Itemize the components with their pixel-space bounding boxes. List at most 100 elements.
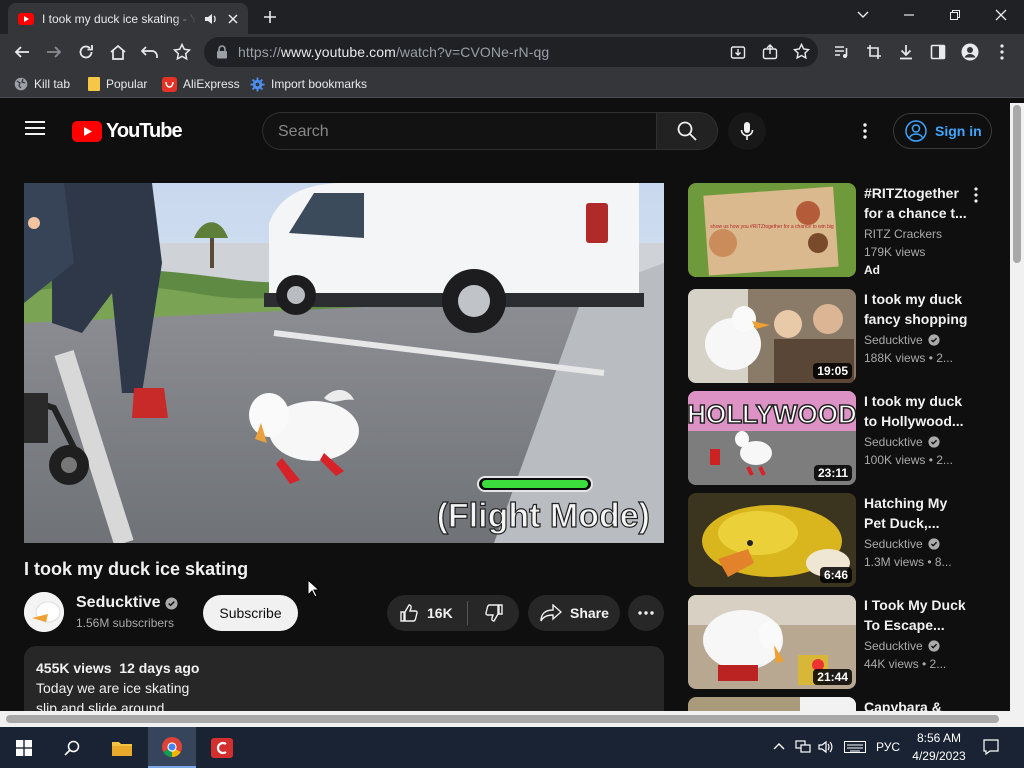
bookmark-aliexpress[interactable]: AliExpress xyxy=(162,75,240,93)
clock-time[interactable]: 8:56 AM xyxy=(908,731,970,745)
view-count: 455K views xyxy=(36,660,112,676)
scrollbar-thumb[interactable] xyxy=(1013,105,1021,263)
browser-menu-button[interactable] xyxy=(990,40,1014,64)
lock-icon[interactable] xyxy=(216,45,228,59)
description-box[interactable]: 455K views 12 days ago Today we are ice … xyxy=(24,646,664,711)
recommendation-channel[interactable]: Seducktive xyxy=(864,639,940,653)
settings-menu-button[interactable] xyxy=(856,122,874,140)
recommendation-title[interactable]: I Took My Duck To Escape... xyxy=(864,595,968,635)
recommendation-title[interactable]: I took my duck to Hollywood... xyxy=(864,391,968,431)
recommendation-channel[interactable]: Seducktive xyxy=(864,333,940,347)
recommendation-thumbnail[interactable]: 21:44 xyxy=(688,595,856,689)
view-stats: 455K views 12 days ago xyxy=(36,658,652,678)
guide-menu-button[interactable] xyxy=(24,120,46,136)
recommendation-title[interactable]: #RITZtogether for a chance t... xyxy=(864,183,968,223)
sign-in-label: Sign in xyxy=(935,123,982,139)
home-icon xyxy=(110,44,126,60)
subscribe-button[interactable]: Subscribe xyxy=(203,595,298,631)
minimize-button[interactable] xyxy=(886,0,932,30)
favorites-button[interactable] xyxy=(170,40,194,64)
profile-icon xyxy=(961,43,979,61)
taskbar-file-explorer[interactable] xyxy=(98,727,146,768)
keyboard-icon[interactable] xyxy=(844,741,866,753)
side-panel-button[interactable] xyxy=(926,40,950,64)
share-page-icon[interactable] xyxy=(762,44,778,60)
crop-extension-button[interactable] xyxy=(862,40,886,64)
recommendation-item[interactable]: show us how you #RITZtogether for a chan… xyxy=(688,183,998,277)
side-panel-icon xyxy=(930,44,946,60)
kebab-menu-icon[interactable] xyxy=(972,187,980,203)
forward-button[interactable] xyxy=(42,40,66,64)
recommendation-channel[interactable]: Seducktive xyxy=(864,435,940,449)
recommendation-item[interactable]: 19:05 I took my duck fancy shopping Sedu… xyxy=(688,289,998,383)
like-button[interactable]: 16K xyxy=(387,603,467,623)
start-button[interactable] xyxy=(0,727,48,768)
search-button[interactable] xyxy=(656,112,718,150)
browser-tab[interactable]: I took my duck ice skating - YouTube xyxy=(8,3,248,34)
recommendation-thumbnail[interactable]: 6:46 xyxy=(688,493,856,587)
bookmark-kill-tab[interactable]: Kill tab xyxy=(14,75,70,93)
profile-button[interactable] xyxy=(958,40,982,64)
video-player[interactable]: (Flight Mode) xyxy=(24,183,664,543)
show-hidden-icons-icon[interactable] xyxy=(773,742,785,750)
network-icon[interactable] xyxy=(795,740,811,754)
recommendation-item[interactable]: 6:46 Hatching My Pet Duck,... Seducktive… xyxy=(688,493,998,587)
horizontal-scrollbar[interactable] xyxy=(0,711,1024,727)
recommendation-title[interactable]: Capybara & Cat xyxy=(864,697,968,711)
star-outline-icon xyxy=(173,43,191,61)
taskbar-search-button[interactable] xyxy=(48,727,96,768)
recommendation-item[interactable]: Capybara & Cat xyxy=(688,697,998,711)
undo-button[interactable] xyxy=(138,40,162,64)
recommendation-item[interactable]: HOLLYWOOD 23:11 I took my duck to Hollyw… xyxy=(688,391,998,485)
more-actions-button[interactable] xyxy=(628,595,664,631)
address-bar[interactable]: https://www.youtube.com/watch?v=CVONe-rN… xyxy=(204,37,818,67)
recommendation-thumbnail[interactable]: 19:05 xyxy=(688,289,856,383)
taskbar-app-red[interactable] xyxy=(198,727,246,768)
recommendation-thumbnail[interactable] xyxy=(688,697,856,711)
recommendation-title[interactable]: I took my duck fancy shopping xyxy=(864,289,968,329)
minimize-icon xyxy=(904,14,914,16)
reload-icon xyxy=(79,45,93,59)
clock-date[interactable]: 4/29/2023 xyxy=(908,749,970,763)
voice-search-button[interactable] xyxy=(728,112,766,150)
red-app-icon xyxy=(211,737,233,758)
back-button[interactable] xyxy=(10,40,34,64)
bookmark-star-icon[interactable] xyxy=(793,43,810,60)
duration-badge: 19:05 xyxy=(813,363,852,379)
close-tab-icon[interactable] xyxy=(226,12,240,26)
recommendation-thumbnail[interactable]: HOLLYWOOD 23:11 xyxy=(688,391,856,485)
vertical-scrollbar[interactable] xyxy=(1010,103,1024,711)
install-app-icon[interactable] xyxy=(730,44,746,60)
channel-avatar[interactable] xyxy=(24,592,64,632)
speaker-icon[interactable] xyxy=(204,12,218,26)
recommendation-thumbnail[interactable]: show us how you #RITZtogether for a chan… xyxy=(688,183,856,277)
sign-in-button[interactable]: Sign in xyxy=(893,113,992,149)
share-button[interactable]: Share xyxy=(528,595,620,631)
bookmark-popular[interactable]: Popular xyxy=(88,75,147,93)
volume-icon[interactable] xyxy=(818,740,834,754)
new-tab-button[interactable] xyxy=(258,6,282,28)
tab-search-button[interactable] xyxy=(840,0,886,30)
duck-avatar-icon xyxy=(24,592,64,632)
input-language[interactable]: РУС xyxy=(874,740,902,754)
media-control-button[interactable] xyxy=(830,40,854,64)
recommendation-item[interactable]: 21:44 I Took My Duck To Escape... Seduck… xyxy=(688,595,998,689)
reload-button[interactable] xyxy=(74,40,98,64)
channel-name[interactable]: Seducktive xyxy=(76,594,179,612)
bookmark-import[interactable]: Import bookmarks xyxy=(250,75,367,93)
bookmark-label: Popular xyxy=(106,77,148,91)
restore-button[interactable] xyxy=(932,0,978,30)
taskbar-chrome[interactable] xyxy=(148,727,196,768)
recommendation-channel[interactable]: RITZ Crackers xyxy=(864,227,942,241)
youtube-logo[interactable]: YouTube xyxy=(72,120,183,143)
dislike-button[interactable] xyxy=(468,603,519,623)
notifications-icon[interactable] xyxy=(983,739,999,755)
recommendation-title[interactable]: Hatching My Pet Duck,... xyxy=(864,493,968,533)
downloads-button[interactable] xyxy=(894,40,918,64)
undo-icon xyxy=(141,46,158,58)
home-button[interactable] xyxy=(106,40,130,64)
scrollbar-thumb[interactable] xyxy=(6,715,999,723)
search-input[interactable]: Search xyxy=(262,112,656,150)
recommendation-channel[interactable]: Seducktive xyxy=(864,537,940,551)
close-window-button[interactable] xyxy=(978,0,1024,30)
